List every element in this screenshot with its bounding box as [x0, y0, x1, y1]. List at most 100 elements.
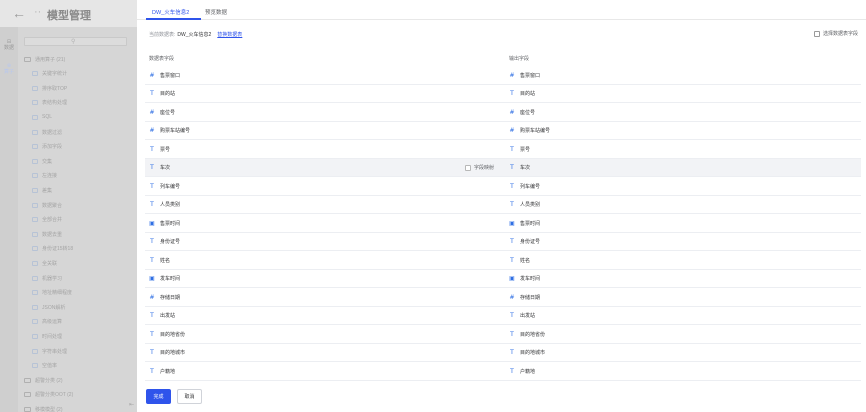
- tree-node-label: 全关联: [42, 260, 58, 267]
- active-tab-indicator: [146, 18, 201, 20]
- tree-operator-item[interactable]: 身份证15转18: [32, 244, 73, 254]
- tree-operator-item[interactable]: 地址精细程度: [32, 288, 72, 298]
- output-field-name: 座位号: [520, 109, 536, 116]
- tree-node-label: 时间处理: [42, 333, 63, 340]
- output-field-name: 目的地省份: [520, 331, 546, 338]
- back-arrow-icon[interactable]: ←: [12, 5, 26, 21]
- tree-operator-item[interactable]: 时间处理: [32, 331, 62, 341]
- tree-operator-item[interactable]: 表结构处理: [32, 98, 67, 108]
- source-field-cell: ▣ 发车时间: [149, 270, 180, 288]
- tree-operator-item[interactable]: 数据过滤: [32, 127, 62, 137]
- output-field-cell: T 目的站: [509, 85, 535, 103]
- operator-item-icon: [32, 290, 38, 296]
- tree-operator-item[interactable]: SQL: [32, 112, 52, 122]
- tree-operator-item[interactable]: 数据聚合: [32, 200, 62, 210]
- table-row[interactable]: # 座位号 # 座位号: [145, 103, 861, 122]
- source-field-cell: # 购票车站编号: [149, 122, 190, 140]
- table-row[interactable]: ▣ 售票时间 ▣ 售票时间: [145, 214, 861, 233]
- tree-operator-item[interactable]: 差集: [32, 185, 52, 195]
- tree-operator-item[interactable]: 高级运算: [32, 317, 62, 327]
- tree-operator-item[interactable]: 交集: [32, 156, 52, 166]
- text-type-icon: T: [150, 182, 154, 190]
- source-field-name: 目的地省份: [160, 331, 186, 338]
- number-type-icon: #: [149, 127, 155, 134]
- folder-icon: [24, 56, 31, 62]
- table-row[interactable]: T 票号 T 票号: [145, 140, 861, 159]
- output-field-name: 身份证号: [520, 239, 541, 245]
- number-type-icon: #: [509, 127, 515, 134]
- text-type-icon: T: [150, 312, 154, 319]
- edit-icon: [813, 30, 820, 37]
- source-field-name: 发车时间: [160, 276, 181, 282]
- output-field-name: 存储日期: [520, 294, 541, 301]
- table-row[interactable]: T 出发站 T 出发站: [145, 307, 861, 325]
- output-field-cell: T 票号: [509, 140, 530, 158]
- tree-operator-item[interactable]: 机器学习: [32, 273, 62, 283]
- sidebar-item-operator[interactable]: ⊛ 算子: [0, 63, 18, 75]
- source-field-cell: # 售票窗口: [149, 66, 180, 84]
- tree-node-label: 左连接: [42, 173, 58, 180]
- source-field-cell: T 户籍地: [149, 362, 175, 380]
- table-row[interactable]: # 售票窗口 # 售票窗口: [145, 66, 861, 85]
- collapse-panel-icon[interactable]: ⇤: [129, 401, 134, 408]
- number-type-icon: #: [149, 71, 155, 79]
- table-row[interactable]: T 身份证号 T 身份证号: [145, 233, 861, 251]
- table-row[interactable]: T 户籍地 T 户籍地: [145, 362, 861, 381]
- tree-operator-item[interactable]: 空值率: [32, 361, 57, 371]
- table-row[interactable]: T 姓名 T 姓名: [145, 251, 861, 270]
- table-row[interactable]: T 列车编号 T 列车编号: [145, 177, 861, 196]
- cancel-button[interactable]: 取消: [177, 389, 202, 404]
- date-type-icon: ▣: [149, 219, 155, 227]
- tree-operator-item[interactable]: 全部合并: [32, 215, 62, 225]
- source-field-name: 人员类别: [160, 202, 181, 208]
- tree-node-label: SQL: [42, 114, 53, 121]
- output-field-name: 户籍地: [520, 368, 536, 375]
- tree-node-label: 移模模型 (2): [35, 406, 63, 412]
- tree-folder[interactable]: 超警分类 (2): [24, 375, 63, 385]
- select-table-fields-button[interactable]: 选择数据表字段: [813, 30, 858, 37]
- text-type-icon: T: [150, 367, 154, 375]
- field-mapping-toggle[interactable]: 字段映射: [465, 159, 494, 177]
- field-mapping-checkbox[interactable]: [465, 164, 471, 171]
- table-row[interactable]: ▣ 发车时间 ▣ 发车时间: [145, 270, 861, 288]
- table-row[interactable]: T 目的站 T 目的站: [145, 85, 861, 103]
- tree-operator-item[interactable]: JSON解析: [32, 302, 65, 312]
- operator-item-icon: [32, 348, 38, 354]
- tree-search-input[interactable]: ⚲: [24, 37, 127, 46]
- tree-node-label: 差集: [42, 187, 53, 194]
- number-type-icon: #: [509, 71, 515, 79]
- source-field-name: 售票时间: [160, 220, 181, 227]
- tree-folder[interactable]: 移模模型 (2): [24, 404, 63, 412]
- table-row[interactable]: # 存储日期 # 存储日期: [145, 288, 861, 307]
- tree-operator-item[interactable]: 关键字统计: [32, 69, 67, 79]
- finish-button[interactable]: 完成: [146, 389, 171, 404]
- table-row[interactable]: T 人员类别 T 人员类别: [145, 196, 861, 214]
- operator-item-icon: [32, 333, 38, 339]
- tree-node-label: 空值率: [42, 363, 58, 370]
- table-row[interactable]: # 购票车站编号 # 购票车站编号: [145, 122, 861, 140]
- source-field-cell: T 姓名: [149, 251, 170, 269]
- source-field-name: 户籍地: [160, 368, 176, 375]
- output-field-cell: T 出发站: [509, 307, 535, 325]
- tree-folder[interactable]: 通用算子 (21): [24, 54, 65, 64]
- source-field-name: 列车编号: [160, 183, 181, 190]
- replace-table-link[interactable]: 替换数据表: [217, 32, 242, 38]
- tree-operator-item[interactable]: 字符串处理: [32, 346, 67, 356]
- tree-operator-item[interactable]: 添加字段: [32, 142, 62, 152]
- tree-folder[interactable]: 超警分类OOT (2): [24, 390, 73, 400]
- tree-operator-item[interactable]: 数据去重: [32, 229, 62, 239]
- output-field-cell: T 人员类别: [509, 196, 540, 214]
- table-row[interactable]: T 目的地城市 T 目的地城市: [145, 344, 861, 362]
- output-field-name: 出发站: [520, 313, 536, 319]
- source-field-cell: T 目的地省份: [149, 325, 185, 343]
- sidebar-item-data[interactable]: ⊟ 数据: [0, 39, 18, 51]
- operator-item-icon: [32, 246, 38, 252]
- text-type-icon: T: [150, 349, 154, 356]
- tree-operator-item[interactable]: 排序取TOP: [32, 83, 67, 93]
- table-row[interactable]: T 车次 字段映射 T 车次: [145, 158, 861, 177]
- tab-dw-train-info[interactable]: DW_火车信息2: [152, 8, 189, 16]
- table-row[interactable]: T 目的地省份 T 目的地省份: [145, 325, 861, 344]
- tree-operator-item[interactable]: 全关联: [32, 258, 57, 268]
- tree-operator-item[interactable]: 左连接: [32, 171, 57, 181]
- tab-preview-data[interactable]: 预览数据: [205, 8, 227, 16]
